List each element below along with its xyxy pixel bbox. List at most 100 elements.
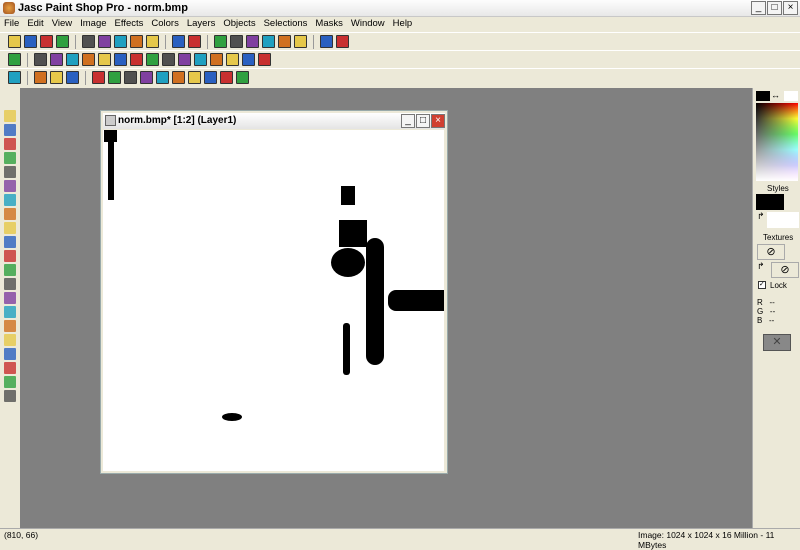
effect3-icon[interactable] xyxy=(66,53,79,66)
effect12-icon[interactable] xyxy=(210,53,223,66)
swap-styles-icon[interactable]: ↱ xyxy=(757,211,765,222)
effect7-icon[interactable] xyxy=(130,53,143,66)
image-canvas[interactable] xyxy=(103,130,444,471)
effect4-icon[interactable] xyxy=(82,53,95,66)
tool-options-icon[interactable] xyxy=(230,35,243,48)
eraser-icon[interactable] xyxy=(4,292,16,304)
retouch-icon[interactable] xyxy=(4,264,16,276)
menu-view[interactable]: View xyxy=(48,17,76,31)
menu-help[interactable]: Help xyxy=(389,17,417,31)
color-replacer-icon[interactable] xyxy=(4,250,16,262)
print-icon[interactable] xyxy=(56,35,69,48)
swap-colors-icon[interactable]: ↔ xyxy=(771,90,780,100)
effect1-icon[interactable] xyxy=(34,53,47,66)
effect6-icon[interactable] xyxy=(114,53,127,66)
dropper-icon[interactable] xyxy=(4,208,16,220)
undo-icon[interactable] xyxy=(82,35,95,48)
effect13-icon[interactable] xyxy=(226,53,239,66)
script-icon[interactable] xyxy=(294,35,307,48)
help-icon[interactable] xyxy=(320,35,333,48)
save-icon[interactable] xyxy=(40,35,53,48)
deform-icon[interactable] xyxy=(4,138,16,150)
highlight-icon[interactable] xyxy=(34,71,47,84)
selection-icon[interactable] xyxy=(4,180,16,192)
maximize-button[interactable]: □ xyxy=(767,1,782,15)
foreground-texture-button[interactable]: ⊘ xyxy=(757,244,785,260)
text-icon[interactable] xyxy=(4,348,16,360)
filter7-icon[interactable] xyxy=(188,71,201,84)
menu-window[interactable]: Window xyxy=(347,17,389,31)
menu-file[interactable]: File xyxy=(0,17,23,31)
mover-icon[interactable] xyxy=(4,166,16,178)
filter4-icon[interactable] xyxy=(140,71,153,84)
airbrush-icon[interactable] xyxy=(4,320,16,332)
browse-icon[interactable] xyxy=(188,35,201,48)
filter1-icon[interactable] xyxy=(92,71,105,84)
histogram-icon[interactable] xyxy=(262,35,275,48)
effect11-icon[interactable] xyxy=(194,53,207,66)
doc-maximize-button[interactable]: □ xyxy=(416,114,430,128)
draw-icon[interactable] xyxy=(4,362,16,374)
background-swatch[interactable] xyxy=(784,91,798,101)
filter9-icon[interactable] xyxy=(220,71,233,84)
menu-objects[interactable]: Objects xyxy=(219,17,259,31)
paste-icon[interactable] xyxy=(146,35,159,48)
minimize-button[interactable]: _ xyxy=(751,1,766,15)
effect9-icon[interactable] xyxy=(162,53,175,66)
document-title-bar[interactable]: norm.bmp* [1:2] (Layer1) _ □ × xyxy=(103,113,445,129)
crop-icon[interactable] xyxy=(4,152,16,164)
doc-minimize-button[interactable]: _ xyxy=(401,114,415,128)
menu-image[interactable]: Image xyxy=(76,17,110,31)
object-selector-icon[interactable] xyxy=(4,390,16,402)
effect8-icon[interactable] xyxy=(146,53,159,66)
doc-close-button[interactable]: × xyxy=(431,114,445,128)
filter2-icon[interactable] xyxy=(108,71,121,84)
open-icon[interactable] xyxy=(24,35,37,48)
redo-icon[interactable] xyxy=(98,35,111,48)
effect15-icon[interactable] xyxy=(258,53,271,66)
overview-icon[interactable] xyxy=(214,35,227,48)
frame-icon[interactable] xyxy=(66,71,79,84)
new-icon[interactable] xyxy=(8,35,21,48)
menu-layers[interactable]: Layers xyxy=(183,17,220,31)
swap-textures-icon[interactable]: ↱ xyxy=(757,261,765,272)
web-icon[interactable] xyxy=(8,71,21,84)
scratch-remover-icon[interactable] xyxy=(4,278,16,290)
background-style-button[interactable] xyxy=(767,212,799,228)
menu-masks[interactable]: Masks xyxy=(311,17,346,31)
clone-brush-icon[interactable] xyxy=(4,236,16,248)
menu-selections[interactable]: Selections xyxy=(260,17,312,31)
background-texture-button[interactable]: ⊘ xyxy=(771,262,799,278)
app-icon[interactable] xyxy=(3,2,15,14)
close-button[interactable]: × xyxy=(783,1,798,15)
paint-brush-icon[interactable] xyxy=(4,222,16,234)
color-picker[interactable] xyxy=(756,103,798,181)
effect14-icon[interactable] xyxy=(242,53,255,66)
camera-icon[interactable] xyxy=(8,53,21,66)
lock-icon[interactable] xyxy=(336,35,349,48)
menu-effects[interactable]: Effects xyxy=(111,17,148,31)
foreground-style-button[interactable] xyxy=(756,194,784,210)
filter5-icon[interactable] xyxy=(156,71,169,84)
filter8-icon[interactable] xyxy=(204,71,217,84)
freehand-icon[interactable] xyxy=(4,194,16,206)
picture-tube-icon[interactable] xyxy=(4,306,16,318)
cut-icon[interactable] xyxy=(114,35,127,48)
zoom-icon[interactable] xyxy=(4,124,16,136)
effect5-icon[interactable] xyxy=(98,53,111,66)
filter6-icon[interactable] xyxy=(172,71,185,84)
effect10-icon[interactable] xyxy=(178,53,191,66)
flood-fill-icon[interactable] xyxy=(4,334,16,346)
effect2-icon[interactable] xyxy=(50,53,63,66)
layer-palette-icon[interactable] xyxy=(278,35,291,48)
smudge-icon[interactable] xyxy=(50,71,63,84)
screen-icon[interactable] xyxy=(172,35,185,48)
lock-checkbox[interactable]: ✓ xyxy=(758,281,766,289)
filter10-icon[interactable] xyxy=(236,71,249,84)
menu-edit[interactable]: Edit xyxy=(23,17,47,31)
filter3-icon[interactable] xyxy=(124,71,137,84)
menu-colors[interactable]: Colors xyxy=(147,17,182,31)
preset-shapes-icon[interactable] xyxy=(4,376,16,388)
foreground-swatch[interactable] xyxy=(756,91,770,101)
copy-icon[interactable] xyxy=(130,35,143,48)
